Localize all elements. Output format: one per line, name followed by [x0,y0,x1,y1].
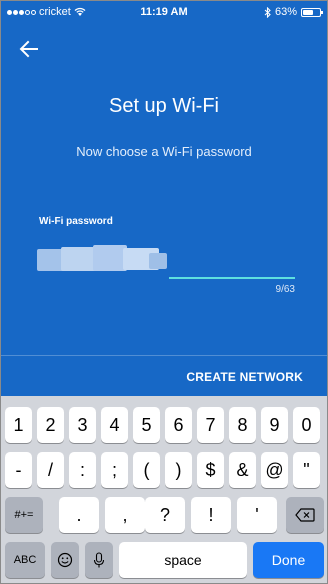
key-close-paren[interactable]: ) [165,452,192,488]
key-5[interactable]: 5 [133,407,160,443]
space-key[interactable]: space [119,542,247,578]
status-right: 63% [264,6,323,18]
page-title: Set up Wi-Fi [108,95,220,117]
key-exclamation[interactable]: ! [191,497,231,533]
key-abc[interactable]: ABC [5,542,45,578]
key-9[interactable]: 9 [261,407,288,443]
password-input-obscured[interactable] [37,245,167,273]
emoji-icon [57,552,73,568]
password-field-underline [169,277,295,279]
key-dollar[interactable]: $ [197,452,224,488]
page-subtitle: Now choose a Wi-Fi password [76,144,252,159]
key-colon[interactable]: : [69,452,96,488]
key-at[interactable]: @ [261,452,288,488]
key-apostrophe[interactable]: ' [237,497,277,533]
keyboard: 1 2 3 4 5 6 7 8 9 0 - / : ; ( ) $ & @ " … [1,396,327,583]
key-ampersand[interactable]: & [229,452,256,488]
key-0[interactable]: 0 [293,407,320,443]
bluetooth-icon [264,6,271,18]
key-more-symbols[interactable]: #+= [5,497,43,533]
key-comma[interactable]: , [105,497,145,533]
key-open-paren[interactable]: ( [133,452,160,488]
key-8[interactable]: 8 [229,407,256,443]
wifi-setup-screen: cricket 11:19 AM 63% Set up Wi-Fi Now ch… [1,1,327,396]
microphone-key[interactable] [85,542,113,578]
key-3[interactable]: 3 [69,407,96,443]
create-network-button[interactable]: CREATE NETWORK [186,370,303,384]
status-bar: cricket 11:19 AM 63% [1,1,327,23]
key-6[interactable]: 6 [165,407,192,443]
divider [1,355,327,356]
password-field-label: Wi-Fi password [39,216,113,227]
back-arrow-icon[interactable] [17,37,41,61]
battery-icon [301,7,323,17]
key-question[interactable]: ? [145,497,185,533]
key-1[interactable]: 1 [5,407,32,443]
phone-screen: cricket 11:19 AM 63% Set up Wi-Fi Now ch… [0,0,328,584]
key-semicolon[interactable]: ; [101,452,128,488]
key-period[interactable]: . [59,497,99,533]
emoji-key[interactable] [51,542,79,578]
key-slash[interactable]: / [37,452,64,488]
key-quote[interactable]: " [293,452,320,488]
key-hyphen[interactable]: - [5,452,32,488]
key-2[interactable]: 2 [37,407,64,443]
battery-percent: 63% [274,6,297,18]
microphone-icon [93,551,105,567]
backspace-icon [295,508,315,522]
key-4[interactable]: 4 [101,407,128,443]
key-7[interactable]: 7 [197,407,224,443]
password-char-counter: 9/63 [275,284,295,295]
backspace-key[interactable] [286,497,324,533]
done-key[interactable]: Done [253,542,324,578]
